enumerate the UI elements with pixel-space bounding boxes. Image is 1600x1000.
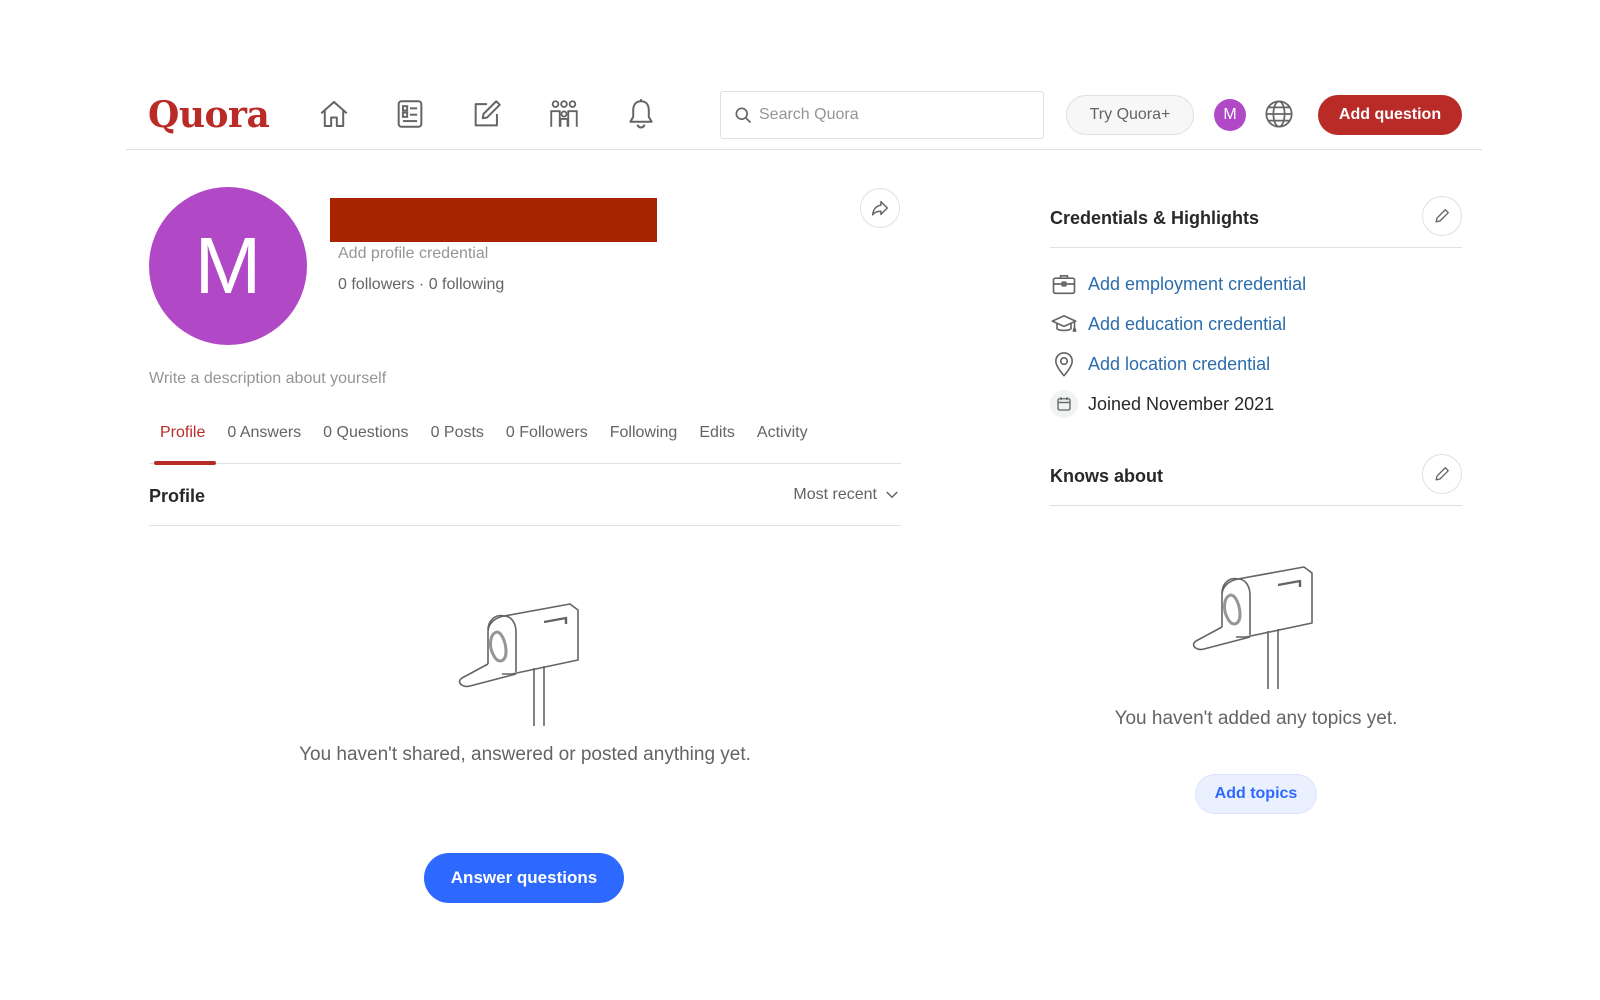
search-box[interactable] xyxy=(720,91,1044,139)
add-topics-button[interactable]: Add topics xyxy=(1195,774,1317,814)
credentials-list: Add employment credential Add education … xyxy=(1050,264,1462,424)
top-header: Quora Try Quora+ M Add question xyxy=(126,86,1482,150)
credential-item-employment[interactable]: Add employment credential xyxy=(1050,264,1462,304)
pencil-icon xyxy=(1435,209,1449,223)
tab-following[interactable]: Following xyxy=(599,420,689,464)
tab-edits[interactable]: Edits xyxy=(688,420,746,464)
profile-tabs: Profile 0 Answers 0 Questions 0 Posts 0 … xyxy=(149,420,901,465)
credential-item-label[interactable]: Add location credential xyxy=(1088,354,1270,375)
tab-answers[interactable]: 0 Answers xyxy=(216,420,312,464)
notifications-bell-icon[interactable] xyxy=(623,96,659,132)
sort-label: Most recent xyxy=(793,486,877,503)
credential-item-education[interactable]: Add education credential xyxy=(1050,304,1462,344)
tab-followers[interactable]: 0 Followers xyxy=(495,420,599,464)
add-question-button[interactable]: Add question xyxy=(1318,95,1462,135)
graduation-cap-icon xyxy=(1051,315,1077,332)
edit-knows-about-button[interactable] xyxy=(1422,454,1462,494)
profile-avatar[interactable]: M xyxy=(149,187,307,345)
credentials-header: Credentials & Highlights xyxy=(1050,188,1462,248)
try-quora-plus-button[interactable]: Try Quora+ xyxy=(1066,95,1194,135)
globe-icon[interactable] xyxy=(1262,97,1296,131)
section-title: Profile xyxy=(149,486,206,506)
credential-item-label[interactable]: Add education credential xyxy=(1088,314,1286,335)
share-profile-button[interactable] xyxy=(860,188,900,228)
tab-questions[interactable]: 0 Questions xyxy=(312,420,419,464)
empty-mailbox-illustration xyxy=(458,603,579,726)
empty-topics-message: You haven't added any topics yet. xyxy=(1114,708,1398,729)
tab-profile[interactable]: Profile xyxy=(149,420,217,465)
empty-content-message: You haven't shared, answered or posted a… xyxy=(299,744,751,765)
search-icon xyxy=(735,107,752,124)
calendar-icon xyxy=(1050,390,1078,418)
tab-posts[interactable]: 0 Posts xyxy=(420,420,495,464)
briefcase-icon xyxy=(1052,275,1076,295)
following-feed-icon[interactable] xyxy=(392,96,428,132)
credential-item-joined: Joined November 2021 xyxy=(1050,384,1462,424)
knows-about-title: Knows about xyxy=(1050,466,1163,486)
search-input[interactable] xyxy=(759,106,1029,124)
home-icon[interactable] xyxy=(316,96,352,132)
add-profile-credential-link[interactable]: Add profile credential xyxy=(338,245,488,263)
joined-date-text: Joined November 2021 xyxy=(1088,393,1275,414)
spaces-icon[interactable] xyxy=(546,96,582,132)
profile-section-header: Profile Most recent xyxy=(149,464,901,526)
quora-logo[interactable]: Quora xyxy=(148,94,270,136)
share-arrow-icon xyxy=(871,200,889,216)
profile-description-placeholder[interactable]: Write a description about yourself xyxy=(149,370,386,388)
knows-about-header: Knows about xyxy=(1050,444,1462,506)
user-avatar[interactable]: M xyxy=(1214,99,1246,131)
answer-questions-button[interactable]: Answer questions xyxy=(424,853,624,903)
chevron-down-icon xyxy=(886,491,898,499)
location-pin-icon xyxy=(1055,352,1073,377)
tab-activity[interactable]: Activity xyxy=(746,420,819,464)
credential-item-label[interactable]: Add employment credential xyxy=(1088,274,1306,295)
credential-item-location[interactable]: Add location credential xyxy=(1050,344,1462,384)
sort-dropdown[interactable]: Most recent xyxy=(793,486,901,504)
profile-name-redacted xyxy=(330,198,657,242)
answer-pencil-icon[interactable] xyxy=(469,96,505,132)
followers-following-count[interactable]: 0 followers · 0 following xyxy=(338,276,504,294)
pencil-icon xyxy=(1435,467,1449,481)
edit-credentials-button[interactable] xyxy=(1422,196,1462,236)
empty-mailbox-illustration xyxy=(1192,566,1313,689)
credentials-title: Credentials & Highlights xyxy=(1050,208,1260,228)
